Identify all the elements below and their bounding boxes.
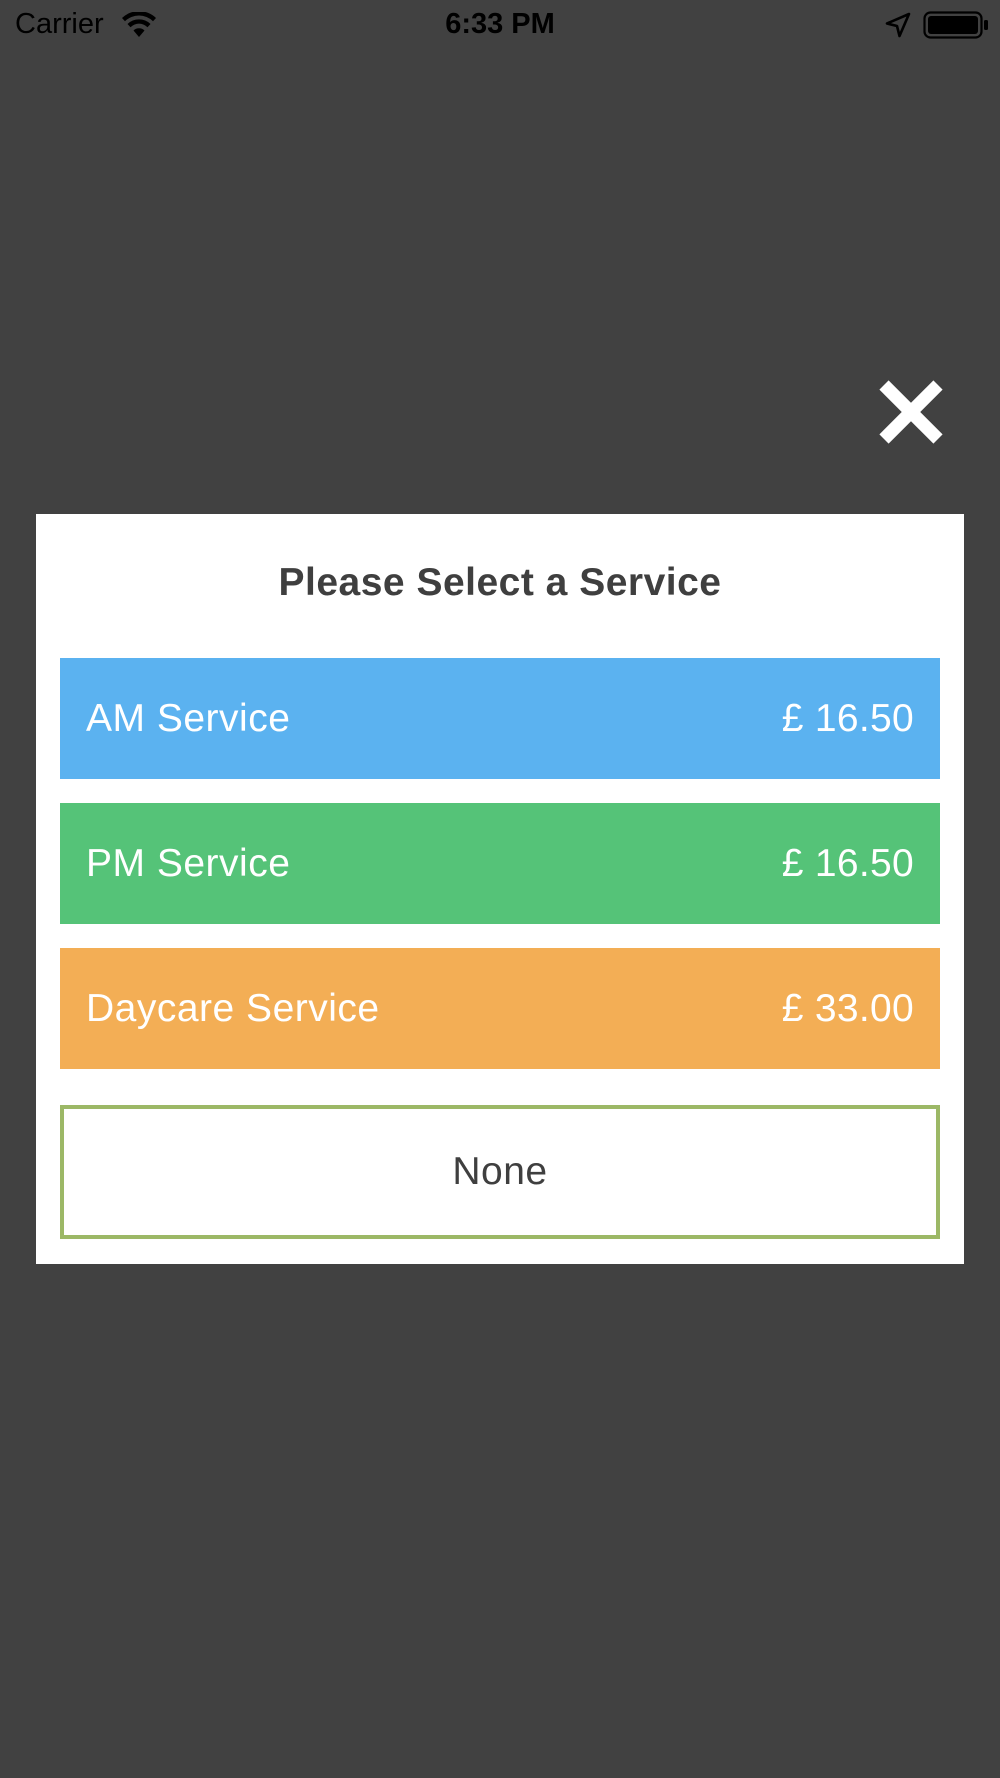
service-option-pm[interactable]: PM Service £ 16.50 bbox=[60, 803, 940, 924]
battery-icon bbox=[923, 11, 989, 39]
service-option-am[interactable]: AM Service £ 16.50 bbox=[60, 658, 940, 779]
none-button[interactable]: None bbox=[60, 1105, 940, 1239]
service-option-daycare[interactable]: Daycare Service £ 33.00 bbox=[60, 948, 940, 1069]
modal-title: Please Select a Service bbox=[278, 561, 722, 604]
status-bar: Carrier 6:33 PM bbox=[0, 0, 1000, 50]
close-icon bbox=[874, 375, 948, 449]
service-label: PM Service bbox=[86, 841, 291, 885]
service-price: £ 16.50 bbox=[781, 841, 914, 885]
close-button[interactable] bbox=[874, 375, 948, 449]
service-select-modal: Please Select a Service AM Service £ 16.… bbox=[36, 514, 964, 1264]
service-label: Daycare Service bbox=[86, 986, 380, 1030]
location-arrow-icon bbox=[884, 11, 912, 39]
service-price: £ 33.00 bbox=[781, 986, 914, 1030]
service-label: AM Service bbox=[86, 696, 291, 740]
status-time: 6:33 PM bbox=[445, 8, 555, 40]
service-price: £ 16.50 bbox=[781, 696, 914, 740]
